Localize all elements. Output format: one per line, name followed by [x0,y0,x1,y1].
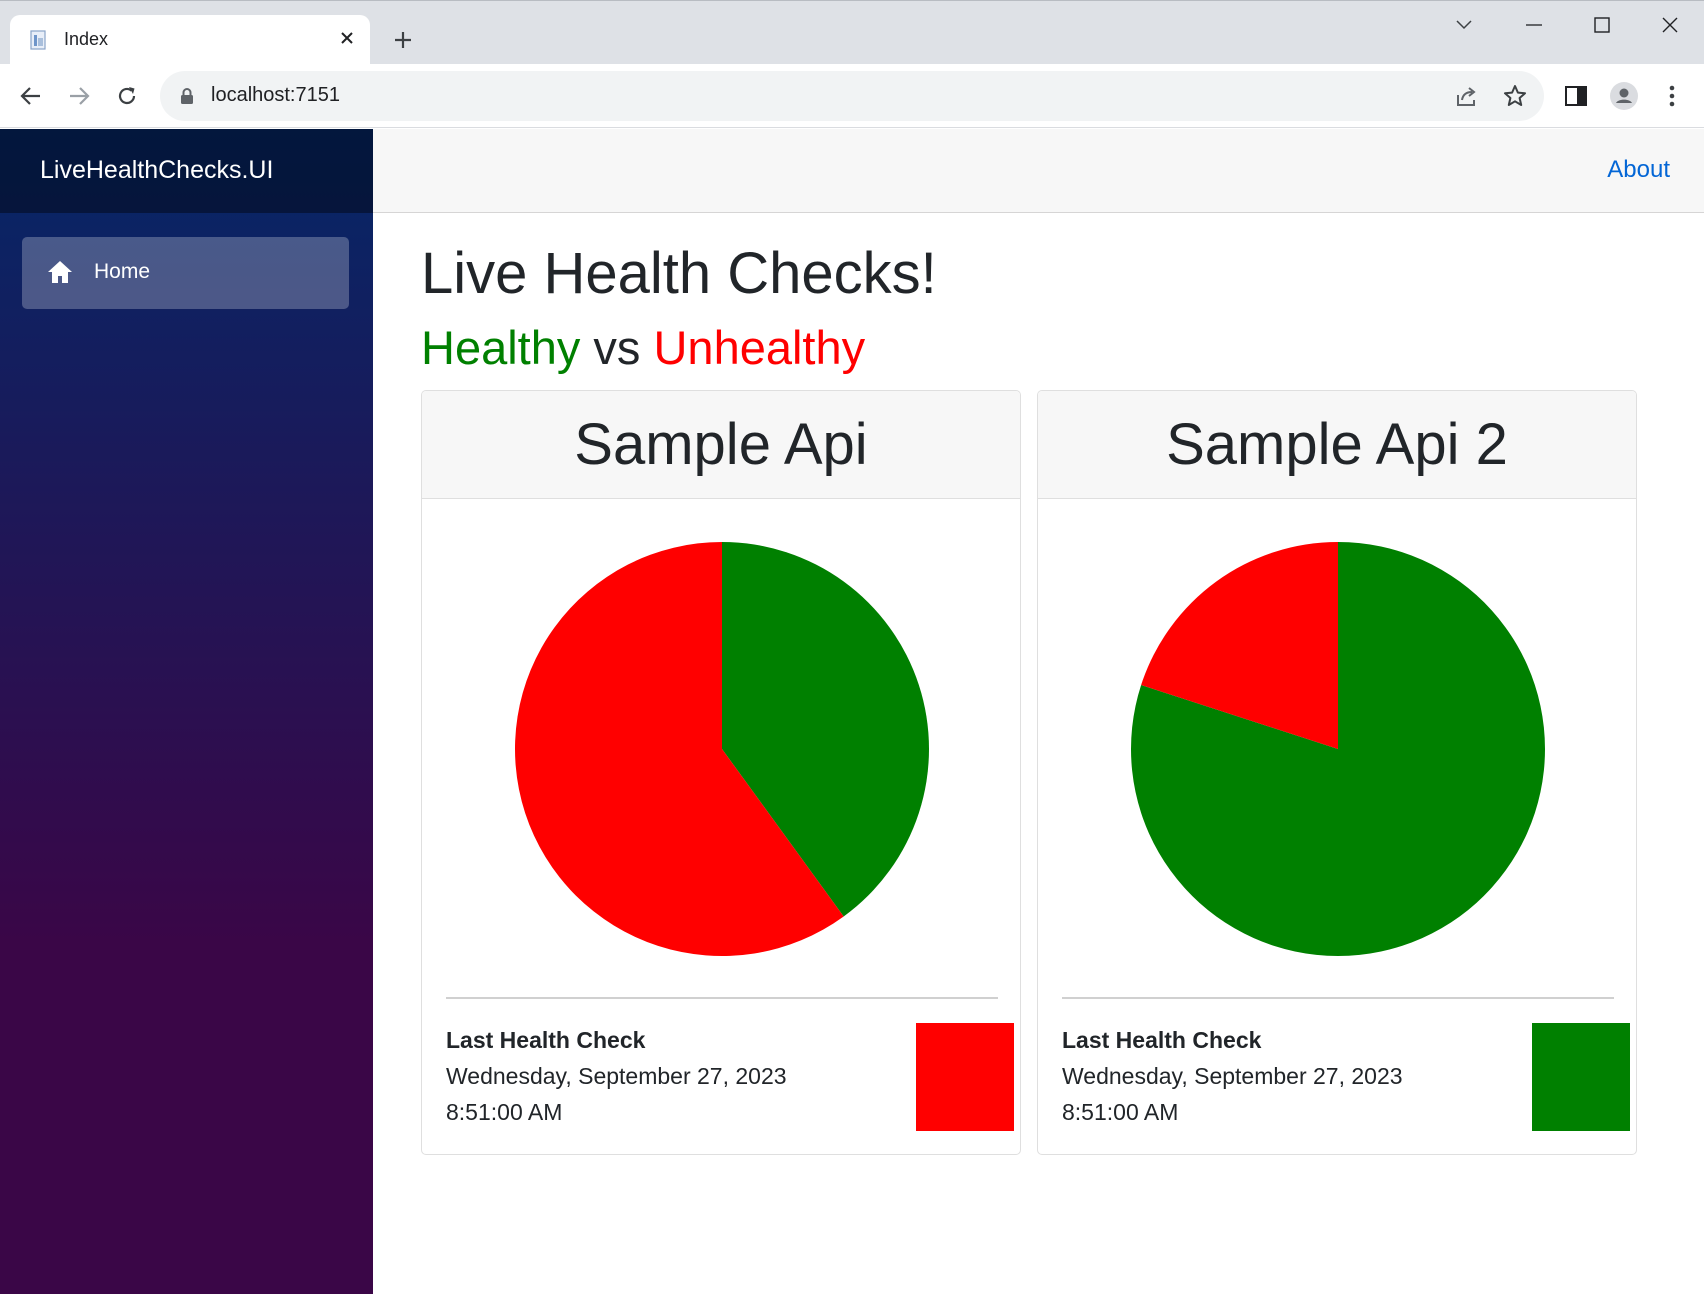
share-icon[interactable] [1454,83,1480,109]
maximize-icon[interactable] [1582,9,1622,41]
subtitle-vs: vs [580,321,654,374]
home-icon [46,259,74,285]
close-window-icon[interactable] [1650,9,1690,41]
reload-icon[interactable] [109,78,145,114]
sidebar: LiveHealthChecks.UI Home [0,129,373,1294]
bookmark-star-icon[interactable] [1502,83,1528,109]
status-indicator [1532,1023,1630,1131]
page-title: Live Health Checks! [421,241,937,306]
last-check-time: 8:51:00 AM [446,1099,563,1125]
tab-search-icon[interactable] [1444,9,1484,41]
card-divider [1062,997,1614,999]
back-icon[interactable] [13,78,49,114]
profile-avatar-icon[interactable] [1610,82,1638,110]
health-pie-chart [514,542,929,956]
lock-icon[interactable] [180,87,194,105]
browser-tab[interactable]: Index [10,15,370,65]
browser-toolbar: localhost:7151 [0,64,1704,128]
last-check-date: Wednesday, September 27, 2023 [446,1063,787,1089]
card-header: Sample Api [422,391,1020,499]
tab-title: Index [64,29,109,49]
subtitle-healthy: Healthy [421,321,581,374]
status-indicator [916,1023,1014,1131]
minimize-icon[interactable] [1514,9,1554,41]
brand-bar: LiveHealthChecks.UI [0,129,373,213]
page-subtitle: Healthy vs Unhealthy [421,320,865,375]
subtitle-unhealthy: Unhealthy [653,321,866,374]
about-link[interactable]: About [1607,156,1670,184]
new-tab-icon[interactable] [388,25,418,55]
top-row: About [373,129,1704,213]
card-divider [446,997,998,999]
address-bar[interactable]: localhost:7151 [160,71,1544,121]
card-header: Sample Api 2 [1038,391,1636,499]
side-panel-icon[interactable] [1562,82,1590,110]
api-card: Sample Api Last Health Check Wednesday, … [421,390,1021,1155]
url-text[interactable]: localhost:7151 [211,84,340,107]
card-title: Sample Api [574,412,868,477]
app-brand[interactable]: LiveHealthChecks.UI [40,156,273,185]
browser-menu-icon[interactable] [1658,82,1686,110]
last-check-time: 8:51:00 AM [1062,1099,1179,1125]
tab-close-icon[interactable] [334,25,360,51]
api-card: Sample Api 2 Last Health Check Wednesday… [1037,390,1637,1155]
sidebar-item-home[interactable]: Home [22,237,349,309]
health-pie-chart [1131,542,1545,956]
forward-icon[interactable] [61,78,97,114]
last-check-label: Last Health Check [446,1027,646,1053]
page-favicon-icon [28,29,50,51]
sidebar-item-label: Home [94,260,151,283]
card-title: Sample Api 2 [1166,412,1508,477]
last-check-date: Wednesday, September 27, 2023 [1062,1063,1403,1089]
browser-tabstrip: Index [0,0,1704,65]
last-check-label: Last Health Check [1062,1027,1262,1053]
